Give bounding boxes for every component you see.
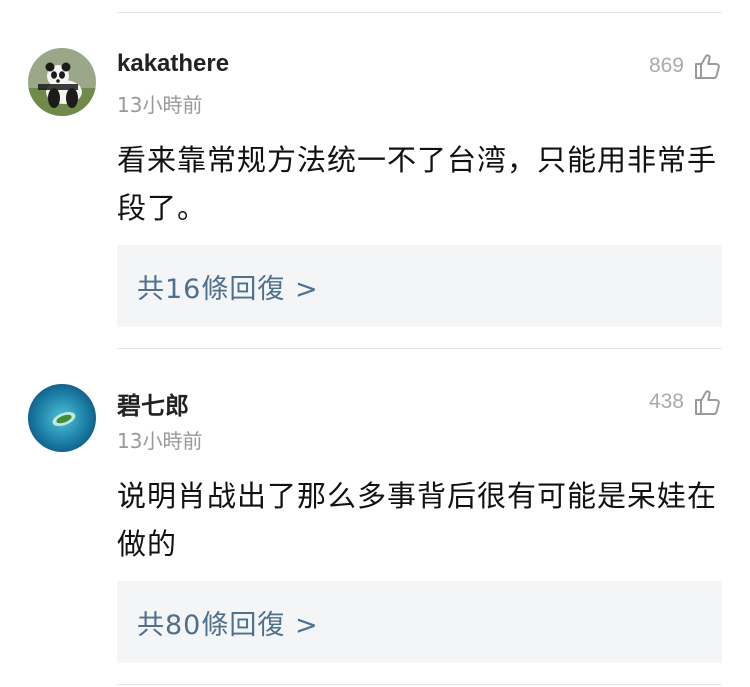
username[interactable]: 碧七郎 xyxy=(117,386,189,421)
panda-icon xyxy=(28,48,96,116)
thumbs-up-icon xyxy=(695,54,720,79)
top-divider xyxy=(117,12,722,13)
username[interactable]: kakathere xyxy=(117,50,229,78)
replies-label: 共16條回復 > xyxy=(137,273,319,305)
user-avatar[interactable] xyxy=(28,384,96,452)
like-button[interactable]: 438 xyxy=(649,387,722,417)
comment-text: 说明肖战出了那么多事背后很有可能是呆娃在做的 xyxy=(117,479,718,561)
thumbs-up-icon xyxy=(695,390,720,415)
like-button[interactable]: 869 xyxy=(649,51,722,81)
bottom-divider xyxy=(117,684,722,685)
view-replies-button[interactable]: 共80條回復 > xyxy=(117,581,722,663)
view-replies-button[interactable]: 共16條回復 > xyxy=(117,245,722,327)
like-count: 869 xyxy=(648,54,684,77)
timestamp: 13小時前 xyxy=(117,429,203,453)
like-count: 438 xyxy=(648,390,684,413)
replies-label: 共80條回復 > xyxy=(137,609,319,641)
user-avatar[interactable] xyxy=(28,48,96,116)
timestamp: 13小時前 xyxy=(117,93,203,117)
comment-text: 看来靠常规方法统一不了台湾，只能用非常手段了。 xyxy=(117,143,718,225)
island-icon xyxy=(28,384,96,452)
comment-divider xyxy=(117,348,722,349)
